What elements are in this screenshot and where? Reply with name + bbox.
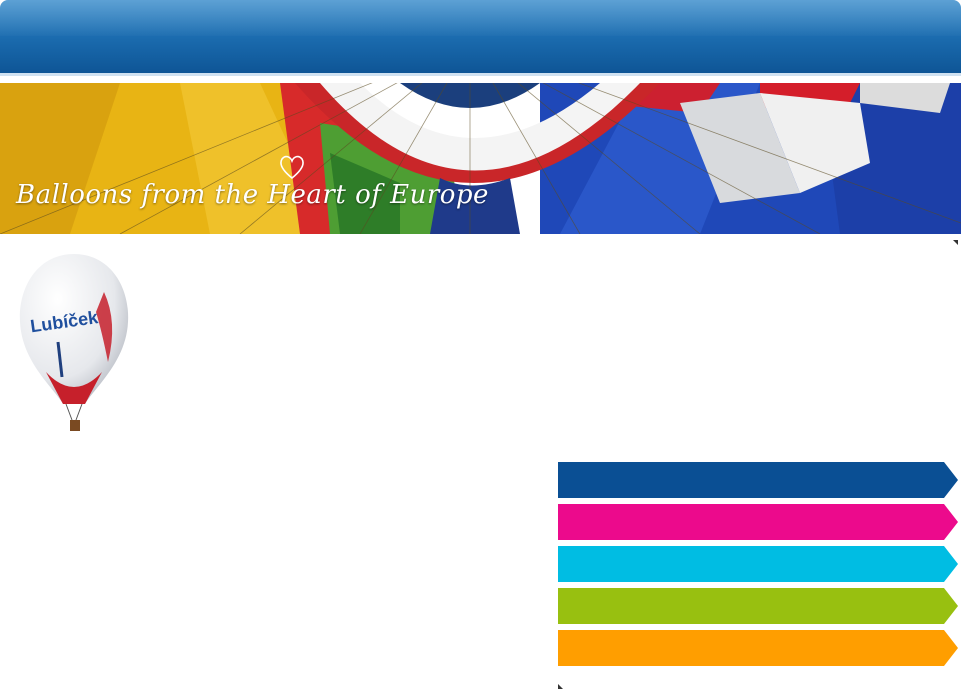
corner-marker (558, 684, 563, 689)
menu-button-orange[interactable] (558, 630, 958, 666)
top-navigation-bar (0, 0, 961, 76)
banner-tagline: Balloons from the Heart of Europe (16, 180, 489, 210)
menu-button-blue[interactable] (558, 462, 958, 498)
menu-button-green[interactable] (558, 588, 958, 624)
corner-marker (953, 240, 958, 245)
hot-air-balloon-image: Lubíček (19, 254, 129, 431)
color-menu (558, 462, 958, 672)
balloon-envelope-photo (0, 83, 961, 234)
heart-icon (280, 155, 304, 180)
menu-button-cyan[interactable] (558, 546, 958, 582)
header-banner (0, 83, 961, 234)
menu-button-pink[interactable] (558, 504, 958, 540)
